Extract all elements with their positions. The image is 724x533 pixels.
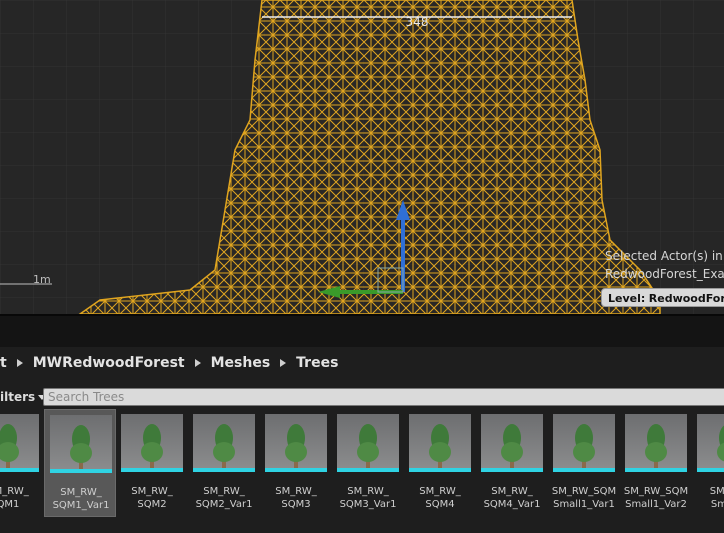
level-badge-name: RedwoodFores [648, 292, 724, 305]
asset-tile[interactable]: SM_RW_ QM1 [0, 409, 44, 517]
chevron-right-icon[interactable] [280, 359, 287, 367]
panel-splitter[interactable] [0, 314, 724, 347]
breadcrumb-item-mwredwoodforest[interactable]: MWRedwoodForest [33, 355, 185, 371]
asset-tile[interactable]: SM_RW_ SQM3_Var1 [332, 409, 404, 517]
breadcrumb-item-trees[interactable]: Trees [296, 355, 338, 371]
asset-name: SM_RW_ SQM2_Var1 [195, 486, 253, 510]
asset-name: SM_RW_SQM Small1_Var2 [623, 486, 689, 510]
level-viewport[interactable]: 348 1m Selected Actor(s) in: RedwoodFore… [0, 0, 724, 314]
asset-tile[interactable]: SM_RW Small2 [692, 409, 724, 517]
asset-name: SM_RW_ SQM4 [419, 486, 461, 510]
asset-tile[interactable]: SM_RW_ SQM1_Var1 [44, 409, 116, 517]
asset-tile[interactable]: SM_RW_SQM Small1_Var2 [620, 409, 692, 517]
tree-thumbnail-icon [553, 414, 615, 472]
tree-thumbnail-icon [481, 414, 543, 472]
asset-tile[interactable]: SM_RW_ SQM4_Var1 [476, 409, 548, 517]
asset-tile[interactable]: SM_RW_ SQM4 [404, 409, 476, 517]
chevron-right-icon[interactable] [194, 359, 201, 367]
tree-thumbnail-icon [337, 414, 399, 472]
asset-name: SM_RW_ SQM3_Var1 [339, 486, 397, 510]
tree-thumbnail-icon [50, 415, 112, 473]
search-input[interactable]: Search Trees [43, 388, 724, 406]
dimension-label: 348 [405, 15, 429, 29]
tree-thumbnail-icon [121, 414, 183, 472]
tree-thumbnail-icon [409, 414, 471, 472]
chevron-right-icon[interactable] [16, 359, 23, 367]
selected-actor-label: Selected Actor(s) in: [605, 249, 724, 263]
asset-name: SM_RW_ QM1 [0, 486, 29, 510]
asset-name: SM_RW Small2 [709, 486, 724, 510]
breadcrumb: t MWRedwoodForest Meshes Trees [0, 347, 724, 379]
asset-name: SM_RW_ SQM1_Var1 [52, 487, 110, 511]
breadcrumb-item-meshes[interactable]: Meshes [211, 355, 271, 371]
tree-thumbnail-icon [0, 414, 39, 472]
content-browser: t MWRedwoodForest Meshes Trees ilters Se… [0, 347, 724, 533]
tree-thumbnail-icon [625, 414, 687, 472]
asset-tile[interactable]: SM_RW_SQM Small1_Var1 [548, 409, 620, 517]
asset-tile[interactable]: SM_RW_ SQM3 [260, 409, 332, 517]
tree-thumbnail-icon [265, 414, 327, 472]
asset-tile[interactable]: SM_RW_ SQM2 [116, 409, 188, 517]
scale-label: 1m [33, 273, 51, 286]
asset-name: SM_RW_ SQM3 [275, 486, 317, 510]
filters-label: ilters [0, 390, 36, 404]
filters-button[interactable]: ilters [0, 388, 47, 406]
level-badge-label: Level: [608, 292, 646, 305]
asset-tile[interactable]: SM_RW_ SQM2_Var1 [188, 409, 260, 517]
asset-name: SM_RW_SQM Small1_Var1 [551, 486, 617, 510]
selected-actor-level: RedwoodForest_Exar [605, 267, 724, 281]
tree-thumbnail-icon [697, 414, 724, 472]
asset-name: SM_RW_ SQM4_Var1 [483, 486, 541, 510]
asset-name: SM_RW_ SQM2 [131, 486, 173, 510]
level-badge: Level: RedwoodFores [601, 288, 724, 307]
tree-thumbnail-icon [193, 414, 255, 472]
breadcrumb-item-content[interactable]: t [0, 355, 7, 371]
